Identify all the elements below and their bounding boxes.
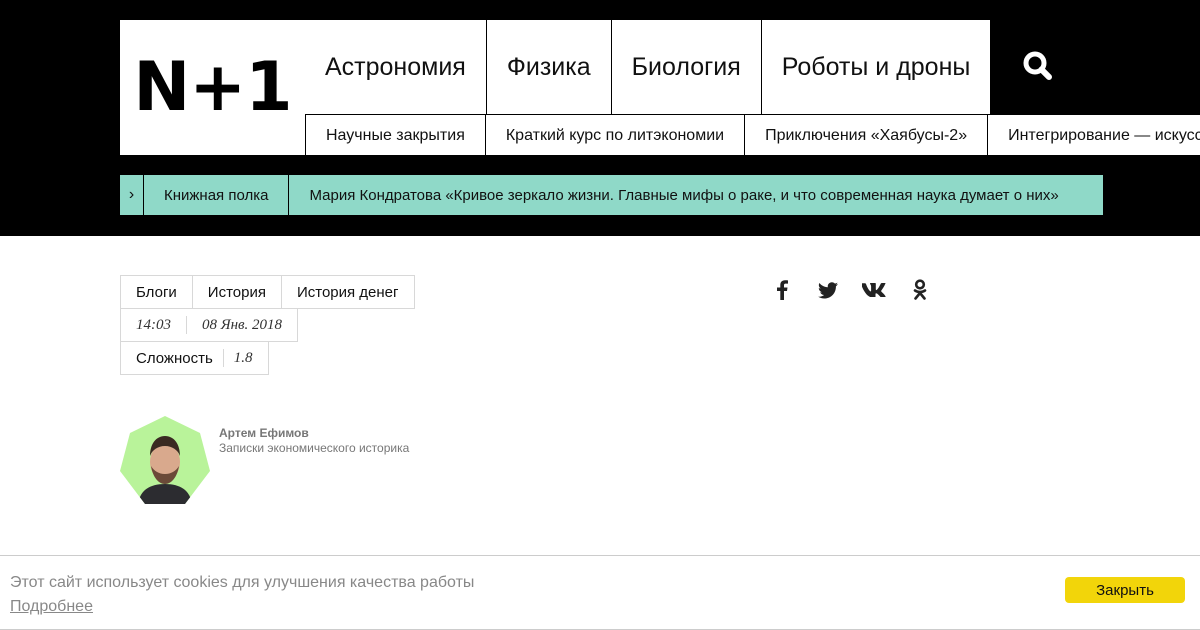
author-avatar[interactable] bbox=[120, 416, 210, 504]
subnav-item-hayabusa[interactable]: Приключения «Хаябусы-2» bbox=[744, 115, 987, 155]
difficulty-value: 1.8 bbox=[233, 349, 253, 366]
share-bar bbox=[770, 278, 954, 302]
sub-nav: Научные закрытия Краткий курс по литэкон… bbox=[305, 114, 1200, 155]
subnav-item-integration[interactable]: Интегрирование — искусство bbox=[987, 115, 1200, 155]
subnav-item-econ-course[interactable]: Краткий курс по литэкономии bbox=[484, 115, 744, 155]
publish-meta: 14:03 08 Янв. 2018 bbox=[120, 308, 299, 342]
site-logo[interactable]: N+1 bbox=[120, 20, 305, 155]
author-description: Записки экономического историка bbox=[219, 441, 410, 455]
nav-item-robots[interactable]: Роботы и дроны bbox=[760, 20, 991, 114]
cookie-more-link[interactable]: Подробнее bbox=[10, 598, 93, 616]
news-ticker: › Книжная полка Мария Кондратова «Кривое… bbox=[120, 175, 1103, 215]
nav-item-biology[interactable]: Биология bbox=[610, 20, 761, 114]
nav-item-physics[interactable]: Физика bbox=[485, 20, 611, 114]
subnav-item-closures[interactable]: Научные закрытия bbox=[305, 115, 485, 155]
tag-blogs[interactable]: Блоги bbox=[120, 275, 193, 309]
ticker-headline[interactable]: Мария Кондратова «Кривое зеркало жизни. … bbox=[289, 187, 1078, 204]
main-nav: Астрономия Физика Биология Роботы и дрон… bbox=[305, 20, 990, 114]
difficulty: Сложность 1.8 bbox=[120, 341, 269, 375]
site-header: N+1 Астрономия Физика Биология Роботы и … bbox=[0, 0, 1200, 236]
logo-text: N+1 bbox=[133, 47, 292, 127]
twitter-icon[interactable] bbox=[816, 278, 840, 302]
article-tags: Блоги История История денег bbox=[120, 275, 415, 309]
tag-history[interactable]: История bbox=[191, 275, 282, 309]
tag-money-history[interactable]: История денег bbox=[280, 275, 415, 309]
ticker-category[interactable]: Книжная полка bbox=[144, 175, 290, 215]
difficulty-label: Сложность bbox=[136, 349, 213, 367]
publish-time: 14:03 bbox=[136, 316, 171, 333]
vk-icon[interactable] bbox=[862, 278, 886, 302]
author-name[interactable]: Артем Ефимов bbox=[219, 426, 309, 440]
publish-date: 08 Янв. 2018 bbox=[202, 316, 283, 333]
facebook-icon[interactable] bbox=[770, 278, 794, 302]
search-icon[interactable] bbox=[1018, 46, 1058, 86]
odnoklassniki-icon[interactable] bbox=[908, 278, 932, 302]
cookie-close-button[interactable]: Закрыть bbox=[1065, 577, 1185, 603]
cookie-banner: Этот сайт использует cookies для улучшен… bbox=[0, 555, 1200, 630]
chevron-right-icon[interactable]: › bbox=[120, 175, 144, 215]
nav-item-astronomy[interactable]: Астрономия bbox=[305, 20, 486, 114]
cookie-message: Этот сайт использует cookies для улучшен… bbox=[10, 574, 475, 591]
